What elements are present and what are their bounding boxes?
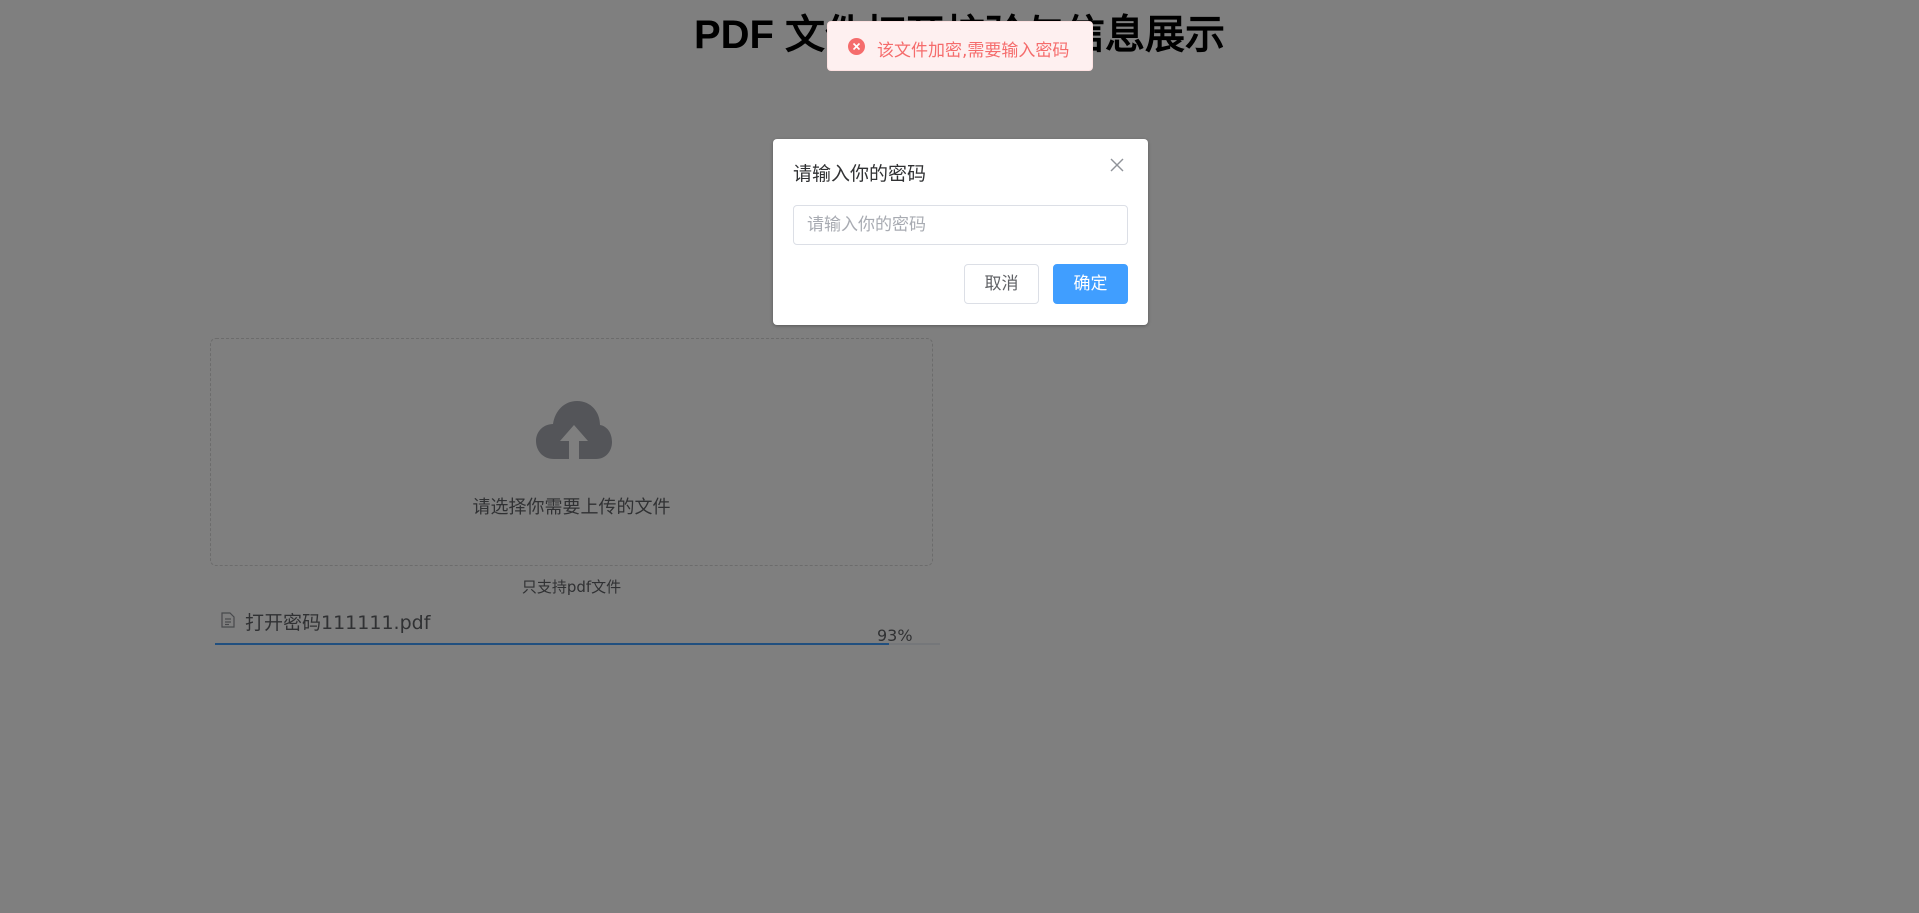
- confirm-button[interactable]: 确定: [1053, 264, 1128, 304]
- password-input[interactable]: [793, 205, 1128, 245]
- password-dialog: 请输入你的密码 取消 确定: [773, 139, 1148, 325]
- close-icon[interactable]: [1109, 157, 1125, 173]
- error-message-text: 该文件加密,需要输入密码: [877, 41, 1070, 61]
- dialog-title: 请输入你的密码: [793, 163, 927, 185]
- modal-overlay[interactable]: [0, 0, 1919, 913]
- error-circle-icon: [848, 38, 865, 55]
- error-message-toast: 该文件加密,需要输入密码: [827, 21, 1093, 71]
- cancel-button[interactable]: 取消: [964, 264, 1039, 304]
